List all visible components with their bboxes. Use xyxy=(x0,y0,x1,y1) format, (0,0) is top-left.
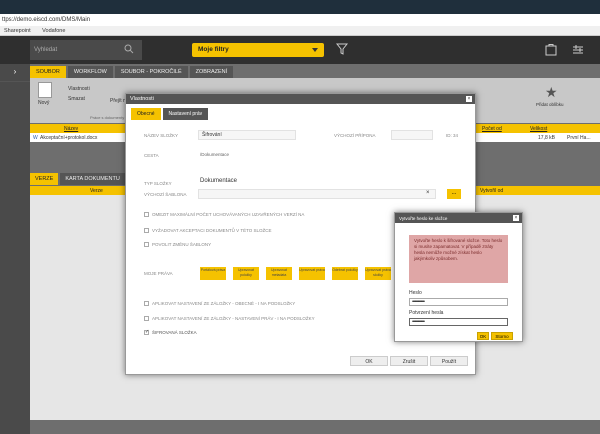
left-rail: › xyxy=(0,64,30,434)
star-icon[interactable]: ★ xyxy=(545,84,558,101)
close-icon[interactable]: × xyxy=(466,96,472,102)
row-user: První Ha... xyxy=(567,135,591,141)
filter-dropdown[interactable]: Moje filtry xyxy=(192,43,324,57)
password-dialog: Vytvořte heslo ke složce × Vytvořte hesl… xyxy=(394,212,523,342)
url-text: ttps://demo.eiscd.com/DMS/Main xyxy=(2,17,91,23)
cancel-button[interactable]: Zrušit xyxy=(390,356,428,366)
path-label: CESTA xyxy=(144,153,159,158)
pw-ok-button[interactable]: OK xyxy=(477,332,489,340)
check-apply-rights[interactable] xyxy=(144,316,149,321)
bookmark-sharepoint[interactable]: Sharepoint xyxy=(4,28,31,34)
dialog-tabs: Obecné Nastavení práv xyxy=(131,108,209,120)
check-apply-general[interactable] xyxy=(144,301,149,306)
id-value: ID: 34 xyxy=(446,133,459,138)
type-label: TYP SLOŽKY xyxy=(144,181,172,186)
sliders-icon[interactable] xyxy=(572,44,584,56)
ext-label: VÝCHOZÍ PŘÍPONA xyxy=(334,133,376,138)
right-chip: Upravovat práva složky xyxy=(365,267,391,280)
check-template-change-label: POVOLIT ZMĚNU ŠABLONY xyxy=(152,242,212,247)
word-icon: W xyxy=(33,135,38,141)
confirm-password-input[interactable]: •••••••••••••••• xyxy=(409,318,508,326)
close-icon[interactable]: × xyxy=(513,215,519,221)
col-vytvoril[interactable]: Vytvořil od xyxy=(480,188,503,194)
name-value: Šifrování xyxy=(202,132,222,138)
apply-button[interactable]: Použít xyxy=(430,356,468,366)
search-icon[interactable] xyxy=(124,44,134,54)
new-button-label[interactable]: Nový xyxy=(38,100,49,106)
bag-icon[interactable] xyxy=(545,43,557,56)
check-acceptance-label: VYŽADOVAT AKCEPTACI DOKUMENTŮ V TÉTO SLO… xyxy=(152,228,272,233)
filter-label: Moje filtry xyxy=(198,46,229,53)
template-input[interactable] xyxy=(198,189,436,199)
tab-verze[interactable]: VERZE xyxy=(30,173,59,185)
browser-titlebar xyxy=(0,0,600,14)
chevron-down-icon xyxy=(312,48,318,52)
delete-button[interactable]: Smazat xyxy=(68,96,85,102)
check-acceptance[interactable] xyxy=(144,228,149,233)
right-chip: Portálová práva xyxy=(200,267,226,280)
path-value: /Dokumentace xyxy=(200,152,230,157)
pw-cancel-button[interactable]: Storno xyxy=(491,332,513,340)
browse-button[interactable]: ... xyxy=(447,189,461,199)
password-input[interactable]: •••••••••••••••• xyxy=(409,298,508,306)
tab-zobrazeni[interactable]: ZOBRAZENÍ xyxy=(189,66,234,78)
confirm-label: Potvrzení hesla xyxy=(409,310,444,316)
ribbon-tabs: SOUBOR WORKFLOW SOUBOR - POKROČILÉ ZOBRA… xyxy=(30,66,234,78)
properties-button[interactable]: Vlastnosti xyxy=(68,86,90,92)
check-apply-general-label: APLIKOVAT NASTAVENÍ ZE ZÁLOŽKY - OBECNÉ … xyxy=(152,301,296,306)
new-document-icon[interactable] xyxy=(38,82,52,98)
dialog-title: Vlastnosti xyxy=(130,96,154,102)
col-size[interactable]: Velikost xyxy=(530,126,547,132)
tab-nastaveni-prav[interactable]: Nastavení práv xyxy=(162,108,209,120)
pw-dialog-titlebar: Vytvořte heslo ke složce × xyxy=(395,213,522,223)
check-template-change[interactable] xyxy=(144,242,149,247)
bookmark-vodafone[interactable]: Vodafone xyxy=(42,28,65,34)
col-verze[interactable]: Verze xyxy=(90,188,103,194)
address-bar[interactable]: ttps://demo.eiscd.com/DMS/Main xyxy=(0,14,600,26)
pw-dialog-title: Vytvořte heslo ke složce xyxy=(399,216,448,221)
detail-tabs: VERZE KARTA DOKUMENTU xyxy=(30,173,125,185)
check-encrypted-folder[interactable] xyxy=(144,329,149,335)
tab-obecne[interactable]: Obecné xyxy=(131,108,161,120)
type-value: Dokumentace xyxy=(200,178,238,184)
favorite-button[interactable]: Přidat oblíbku xyxy=(536,102,564,107)
ok-button[interactable]: OK xyxy=(350,356,388,366)
check-max-versions[interactable] xyxy=(144,212,149,217)
right-chip: Upravovat položky xyxy=(233,267,259,280)
row-size: 17,8 kB xyxy=(538,135,555,141)
chevron-right-icon[interactable]: › xyxy=(0,64,30,82)
right-chip: Upravovat práva xyxy=(299,267,325,280)
tab-karta-dokumentu[interactable]: KARTA DOKUMENTU xyxy=(60,173,125,185)
tab-workflow[interactable]: WORKFLOW xyxy=(67,66,113,78)
row-name[interactable]: Akceptační+protokol.docx xyxy=(40,135,97,141)
template-label: VÝCHOZÍ ŠABLONA xyxy=(144,192,187,197)
password-label: Heslo xyxy=(409,290,422,296)
tab-soubor-pokrocile[interactable]: SOUBOR - POKROČILÉ xyxy=(114,66,188,78)
rights-label: MOJE PRÁVA xyxy=(144,271,173,276)
right-chip: Odebrat položky xyxy=(332,267,358,280)
col-count[interactable]: Počet od xyxy=(482,126,502,132)
clear-icon[interactable]: × xyxy=(426,190,430,196)
right-chip: Upravovat metadata xyxy=(266,267,292,280)
col-name[interactable]: Název xyxy=(64,126,78,132)
check-apply-rights-label: APLIKOVAT NASTAVENÍ ZE ZÁLOŽKY - NASTAVE… xyxy=(152,316,315,321)
check-encrypted-folder-label: ŠIFROVANÁ SLOŽKA xyxy=(152,330,197,335)
check-max-versions-label: OMEZIT MAXIMÁLNÍ POČET UCHOVÁVANÝCH UZAV… xyxy=(152,212,305,217)
tab-soubor[interactable]: SOUBOR xyxy=(30,66,66,78)
password-warning: Vytvořte heslo k šifrované složce. Toto … xyxy=(409,235,508,283)
dialog-titlebar: Vlastnosti × xyxy=(126,94,475,104)
bookmarks-bar: Sharepoint Vodafone xyxy=(0,26,600,36)
name-label: NÁZEV SLOŽKY xyxy=(144,133,179,138)
funnel-icon[interactable] xyxy=(336,43,348,55)
ribbon-group-label: Práce s dokumenty xyxy=(90,115,125,120)
ext-input[interactable] xyxy=(391,130,433,140)
